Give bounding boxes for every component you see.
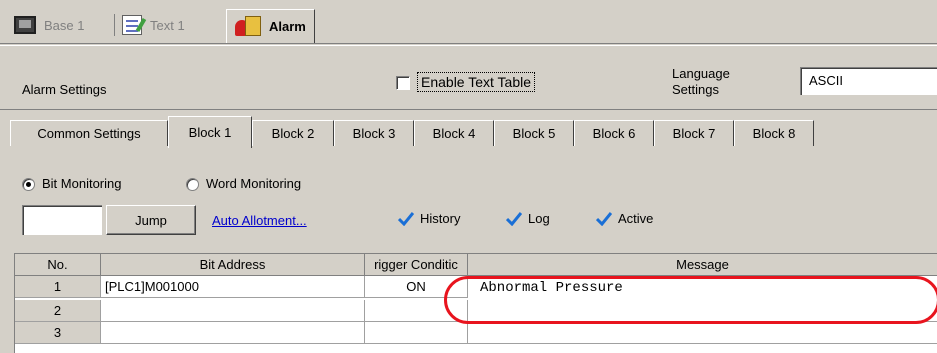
bit-monitoring-radio[interactable] [22, 178, 35, 191]
active-label: Active [618, 211, 654, 226]
tab-block-3[interactable]: Block 3 [334, 120, 414, 146]
doc-tab-label: Alarm [269, 19, 306, 34]
jump-number-input[interactable] [22, 205, 102, 235]
tab-separator [114, 14, 115, 36]
text-edit-icon [122, 15, 142, 35]
tab-block-2[interactable]: Block 2 [252, 120, 334, 146]
alarm-icon [235, 15, 261, 38]
alarm-settings-title: Alarm Settings [22, 82, 107, 97]
word-monitoring-radio[interactable] [186, 178, 199, 191]
bit-address-cell[interactable] [101, 300, 365, 322]
active-check[interactable]: Active [596, 211, 653, 226]
checkmark-icon [398, 211, 414, 226]
auto-allotment-link[interactable]: Auto Allotment... [212, 213, 307, 228]
tab-block-8[interactable]: Block 8 [734, 120, 814, 146]
monitor-icon [14, 16, 36, 34]
doc-tab-alarm[interactable]: Alarm [226, 9, 315, 43]
tab-block-1[interactable]: Block 1 [168, 116, 252, 148]
history-check[interactable]: History [398, 211, 460, 226]
row-number[interactable]: 2 [15, 300, 101, 322]
column-header-bit-address[interactable]: Bit Address [101, 254, 365, 276]
language-settings-label: Language Settings [672, 66, 730, 97]
checkmark-icon [596, 211, 612, 226]
column-header-no[interactable]: No. [15, 254, 101, 276]
grid-header-row: No. Bit Address rigger Conditic Message [15, 254, 937, 276]
tab-block-7[interactable]: Block 7 [654, 120, 734, 146]
table-row[interactable]: 1 [PLC1]M001000 ON Abnormal Pressure [15, 276, 937, 298]
tab-common-settings[interactable]: Common Settings [10, 120, 168, 146]
trigger-condition-cell[interactable]: ON [365, 276, 468, 298]
doc-tab-label: Text 1 [150, 17, 185, 33]
bit-address-cell[interactable]: [PLC1]M001000 [101, 276, 365, 298]
block-tab-bar: Common Settings Block 1 Block 2 Block 3 … [0, 112, 937, 148]
enable-text-table-label[interactable]: Enable Text Table [417, 72, 536, 92]
bit-address-cell[interactable] [101, 322, 365, 344]
table-row[interactable]: 2 [15, 300, 937, 322]
alarm-grid: No. Bit Address rigger Conditic Message … [14, 253, 937, 353]
doc-tab-base-1[interactable]: Base 1 [14, 10, 84, 40]
history-label: History [420, 211, 461, 226]
document-tab-bar: Base 1 Text 1 Alarm [0, 0, 937, 44]
enable-text-table-checkbox[interactable] [396, 76, 410, 90]
table-row[interactable]: 3 [15, 322, 937, 344]
tab-block-4[interactable]: Block 4 [414, 120, 494, 146]
tab-block-5[interactable]: Block 5 [494, 120, 574, 146]
row-number[interactable]: 3 [15, 322, 101, 344]
message-cell[interactable] [468, 300, 937, 322]
column-header-trigger-condition[interactable]: rigger Conditic [365, 254, 468, 276]
doc-tab-text-1[interactable]: Text 1 [122, 10, 185, 40]
word-monitoring-label[interactable]: Word Monitoring [206, 176, 301, 191]
jump-button[interactable]: Jump [106, 205, 196, 235]
alarm-settings-bar: Alarm Settings Enable Text Table Languag… [0, 45, 937, 110]
log-label: Log [528, 211, 550, 226]
trigger-condition-cell[interactable] [365, 322, 468, 344]
doc-tab-label: Base 1 [44, 17, 85, 33]
checkmark-icon [506, 211, 522, 226]
message-cell[interactable]: Abnormal Pressure [468, 276, 937, 300]
bit-monitoring-label[interactable]: Bit Monitoring [42, 176, 121, 191]
message-cell[interactable] [468, 322, 937, 344]
language-select[interactable]: ASCII [800, 67, 937, 95]
row-number[interactable]: 1 [15, 276, 101, 298]
trigger-condition-cell[interactable] [365, 300, 468, 322]
tab-block-6[interactable]: Block 6 [574, 120, 654, 146]
log-check[interactable]: Log [506, 211, 550, 226]
column-header-message[interactable]: Message [468, 254, 937, 276]
